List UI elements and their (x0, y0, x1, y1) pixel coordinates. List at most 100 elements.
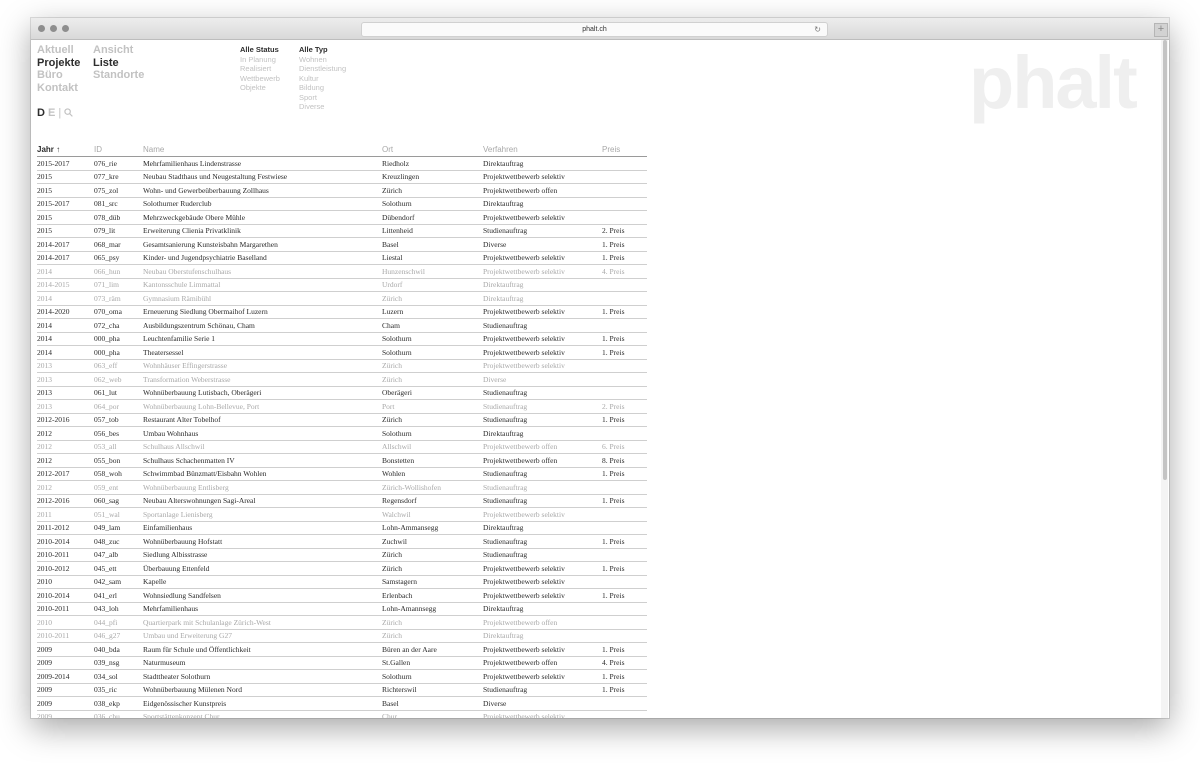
filter-bildung[interactable]: Bildung (299, 83, 346, 93)
cell-name: Raum für Schule und Öffentlichkeit (143, 642, 382, 657)
table-row[interactable]: 2014-2020 070_oma Erneuerung Siedlung Ober… (37, 305, 647, 319)
cell-verfahren: Studienauftrag (483, 318, 602, 333)
table-row[interactable]: 2012-2016 057_tob Restaurant Alter Tobelho… (37, 413, 647, 427)
table-row[interactable]: 2012 056_bes Umbau Wohnhaus Solothurn Direkt… (37, 426, 647, 441)
table-row[interactable]: 2015 075_zol Wohn- und Gewerbeüberbauung Z… (37, 183, 647, 198)
lang-de[interactable]: D (37, 107, 45, 119)
address-bar[interactable]: phalt.ch ↻ (361, 22, 828, 37)
filter-all-status[interactable]: Alle Status (240, 45, 280, 55)
table-row[interactable]: 2011 051_wal Sportanlage Lienisberg Walchwi… (37, 507, 647, 522)
nav-item-aktuell[interactable]: Aktuell (37, 44, 80, 57)
cell-verfahren: Direktauftrag (483, 426, 602, 441)
table-row[interactable]: 2010-2012 045_ett Überbauung Ettenfeld Züri… (37, 561, 647, 576)
view-item-standorte[interactable]: Standorte (93, 69, 144, 82)
header-ort[interactable]: Ort (382, 142, 483, 157)
table-row[interactable]: 2015-2017 081_src Solothurner Ruderclub Sol… (37, 197, 647, 211)
vertical-scrollbar[interactable] (1161, 40, 1168, 718)
table-row[interactable]: 2010-2011 046_g27 Umbau und Erweiterung G2… (37, 629, 647, 643)
header-verfahren[interactable]: Verfahren (483, 142, 602, 157)
filter-objekte[interactable]: Objekte (240, 83, 280, 93)
table-row[interactable]: 2009 038_ekp Eidgenössischer Kunstpreis Bas… (37, 696, 647, 711)
table-row[interactable]: 2013 061_lut Wohnüberbauung Lutisbach, Obe… (37, 386, 647, 400)
header-jahr[interactable]: Jahr ↑ (37, 142, 94, 157)
cell-id: 059_ent (94, 480, 143, 495)
table-row[interactable]: 2012 059_ent Wohnüberbauung Entlisberg Züri… (37, 480, 647, 495)
table-row[interactable]: 2012-2016 060_sag Neubau Alterswohnungen S… (37, 494, 647, 508)
table-row[interactable]: 2014-2017 068_mar Gesamtsanierung Kunsteis… (37, 237, 647, 252)
zoom-window-button[interactable] (62, 25, 69, 32)
cell-year: 2010 (37, 615, 94, 630)
cell-year: 2014-2017 (37, 251, 94, 265)
table-row[interactable]: 2009-2014 034_sol Stadttheater Solothurn So… (37, 669, 647, 684)
table-row[interactable]: 2014 000_pha Leuchtenfamilie Serie 1 Soloth… (37, 332, 647, 346)
scrollbar-thumb[interactable] (1163, 40, 1167, 480)
cell-year: 2010-2014 (37, 534, 94, 549)
table-row[interactable]: 2015 077_kre Neubau Stadthaus und Neugesta… (37, 170, 647, 184)
table-row[interactable]: 2013 064_por Wohnüberbauung Lohn-Bellevue,… (37, 399, 647, 414)
filter-wettbewerb[interactable]: Wettbewerb (240, 74, 280, 84)
cell-verfahren: Projektwettbewerb offen (483, 453, 602, 468)
cell-name: Sportanlage Lienisberg (143, 507, 382, 522)
table-row[interactable]: 2012 055_bon Schulhaus Schachenmatten IV Bo… (37, 453, 647, 468)
cell-preis (602, 615, 647, 630)
cell-year: 2010-2011 (37, 602, 94, 616)
header-name[interactable]: Name (143, 142, 382, 157)
new-tab-button[interactable]: + (1154, 23, 1168, 37)
cell-ort: Port (382, 399, 483, 414)
table-row[interactable]: 2009 039_nsg Naturmuseum St.Gallen Projektwe… (37, 656, 647, 670)
table-row[interactable]: 2014 072_cha Ausbildungszentrum Schönau, C… (37, 318, 647, 333)
filter-realisiert[interactable]: Realisiert (240, 64, 280, 74)
cell-year: 2009 (37, 710, 94, 718)
header-id[interactable]: ID (94, 142, 143, 157)
cell-ort: Basel (382, 237, 483, 252)
filter-sport[interactable]: Sport (299, 93, 346, 103)
filter-diverse[interactable]: Diverse (299, 102, 346, 112)
search-icon[interactable] (64, 108, 74, 120)
filter-dienstleistung[interactable]: Dienstleistung (299, 64, 346, 74)
filter-in-planung[interactable]: In Planung (240, 55, 280, 65)
table-row[interactable]: 2010-2014 041_erl Wohnsiedlung Sandfelsen E… (37, 588, 647, 603)
table-row[interactable]: 2009 036_chu Sportstättenkonzept Chur Chur P… (37, 710, 647, 718)
table-row[interactable]: 2014-2017 065_psy Kinder- und Jugendpsychi… (37, 251, 647, 265)
cell-preis: 1. Preis (602, 467, 647, 481)
table-row[interactable]: 2015 079_lit Erweiterung Clienia Privatkli… (37, 224, 647, 238)
reload-icon[interactable]: ↻ (814, 23, 821, 36)
filter-all-typ[interactable]: Alle Typ (299, 45, 346, 55)
filter-wohnen[interactable]: Wohnen (299, 55, 346, 65)
table-row[interactable]: 2015-2017 076_rie Mehrfamilienhaus Lindens… (37, 156, 647, 171)
nav-item-buero[interactable]: Büro (37, 69, 80, 82)
view-item-liste[interactable]: Liste (93, 57, 144, 70)
table-row[interactable]: 2010 044_pfi Quartierpark mit Schulanlage … (37, 615, 647, 630)
table-row[interactable]: 2014 000_pha Theatersessel Solothurn Projekt… (37, 345, 647, 360)
cell-name: Leuchtenfamilie Serie 1 (143, 332, 382, 346)
minimize-window-button[interactable] (50, 25, 57, 32)
cell-preis (602, 156, 647, 171)
table-row[interactable]: 2012-2017 058_woh Schwimmbad Bünzmatt/Eisb… (37, 467, 647, 481)
cell-year: 2015 (37, 183, 94, 198)
cell-ort: Zürich (382, 183, 483, 198)
table-row[interactable]: 2010-2011 043_loh Mehrfamilienhaus Lohn-Ama… (37, 602, 647, 616)
cell-ort: Cham (382, 318, 483, 333)
filter-kultur[interactable]: Kultur (299, 74, 346, 84)
table-row[interactable]: 2011-2012 049_lam Einfamilienhaus Lohn-Amma… (37, 521, 647, 535)
table-row[interactable]: 2009 040_bda Raum für Schule und Öffentlic… (37, 642, 647, 657)
cell-preis (602, 602, 647, 616)
table-row[interactable]: 2012 053_all Schulhaus Allschwil Allschwil P… (37, 440, 647, 454)
table-row[interactable]: 2014 073_räm Gymnasium Rämibühl Zürich Direk… (37, 291, 647, 306)
close-window-button[interactable] (38, 25, 45, 32)
lang-en[interactable]: E (48, 107, 55, 119)
table-row[interactable]: 2009 035_ric Wohnüberbauung Mülenen Nord Ri… (37, 683, 647, 697)
table-row[interactable]: 2013 062_web Transformation Weberstrasse Zü… (37, 372, 647, 387)
table-row[interactable]: 2014 066_hun Neubau Oberstufenschulhaus Hun… (37, 264, 647, 279)
cell-ort: Kreuzlingen (382, 170, 483, 184)
header-preis[interactable]: Preis (602, 142, 647, 157)
table-row[interactable]: 2014-2015 071_lim Kantonsschule Limmattal U… (37, 278, 647, 292)
nav-item-projekte[interactable]: Projekte (37, 57, 80, 70)
table-row[interactable]: 2010-2014 048_zuc Wohnüberbauung Hofstatt Z… (37, 534, 647, 549)
table-row[interactable]: 2013 063_eff Wohnhäuser Effingerstrasse Zür… (37, 359, 647, 373)
table-row[interactable]: 2010-2011 047_alb Siedlung Albisstrasse Zür… (37, 548, 647, 562)
cell-ort: Zürich (382, 561, 483, 576)
table-row[interactable]: 2010 042_sam Kapelle Samstagern Projektwettb… (37, 575, 647, 589)
table-row[interactable]: 2015 078_düb Mehrzweckgebäude Obere Mühle D… (37, 210, 647, 225)
nav-item-kontakt[interactable]: Kontakt (37, 82, 80, 95)
